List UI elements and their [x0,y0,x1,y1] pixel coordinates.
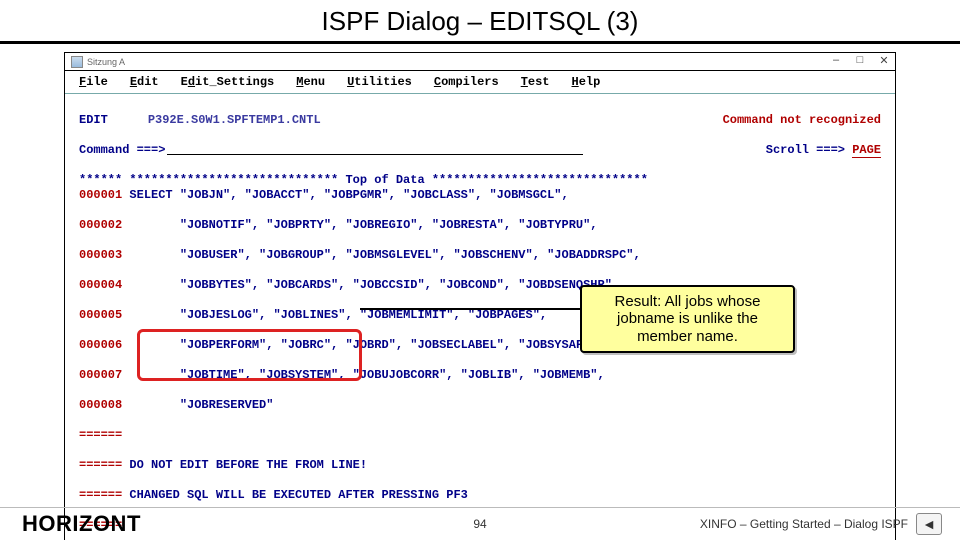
warn-2-prefix: ====== [79,488,129,502]
callout-line-3: member name. [596,328,779,345]
menu-edit[interactable]: Edit [130,75,159,89]
callout-line-2: jobname is unlike the [596,310,779,327]
brand-logo: HORIZONT [22,511,141,537]
warn-2: CHANGED SQL WILL BE EXECUTED AFTER PRESS… [129,488,467,502]
window-titlebar: Sitzung A – □ ✕ [65,53,895,71]
line-3[interactable]: "JOBUSER", "JOBGROUP", "JOBMSGLEVEL", "J… [129,248,640,262]
menu-help[interactable]: Help [572,75,601,89]
menu-menu[interactable]: Menu [296,75,325,89]
app-icon [71,56,83,68]
page-number: 94 [473,517,486,531]
menu-utilities[interactable]: Utilities [347,75,412,89]
lineno-6: 000006 [79,338,129,352]
sep-1: ====== [79,428,122,442]
footer: HORIZONT 94 XINFO – Getting Started – Di… [0,508,960,540]
callout-connector [360,308,580,310]
menu-bar: File Edit Edit_Settings Menu Utilities C… [65,71,895,93]
line-7[interactable]: "JOBTIME", "JOBSYSTEM", "JOBUJOBCORR", "… [129,368,604,382]
dataset-name: P392E.S0W1.SPFTEMP1.CNTL [148,113,321,128]
session-label: Sitzung A [87,57,125,67]
scroll-label: Scroll ===> [766,143,845,157]
top-of-data: ****** ***************************** Top… [79,173,648,187]
line-8[interactable]: "JOBRESERVED" [129,398,273,412]
title-rule [0,41,960,44]
line-1[interactable]: SELECT "JOBJN", "JOBACCT", "JOBPGMR", "J… [129,188,568,202]
lineno-8: 000008 [79,398,129,412]
menu-compilers[interactable]: Compilers [434,75,499,89]
line-5[interactable]: "JOBJESLOG", "JOBLINES", "JOBMEMLIMIT", … [129,308,547,322]
menu-edit-settings[interactable]: Edit_Settings [181,75,275,89]
maximize-button[interactable]: □ [853,54,867,67]
lineno-7: 000007 [79,368,129,382]
line-2[interactable]: "JOBNOTIF", "JOBPRTY", "JOBREGIO", "JOBR… [129,218,597,232]
lineno-3: 000003 [79,248,129,262]
callout-box: Result: All jobs whose jobname is unlike… [580,285,795,353]
menu-test[interactable]: Test [521,75,550,89]
lineno-1: 000001 [79,188,129,202]
scroll-value[interactable]: PAGE [852,143,881,158]
command-input[interactable] [167,143,583,155]
warn-1: DO NOT EDIT BEFORE THE FROM LINE! [129,458,367,472]
minimize-button[interactable]: – [829,54,843,67]
slide-title: ISPF Dialog – EDITSQL (3) [0,0,960,39]
footer-caption: XINFO – Getting Started – Dialog ISPF [700,517,908,531]
line-4[interactable]: "JOBBYTES", "JOBCARDS", "JOBCCSID", "JOB… [129,278,619,292]
menu-file[interactable]: File [79,75,108,89]
mode-label: EDIT [79,113,108,128]
lineno-4: 000004 [79,278,129,292]
lineno-2: 000002 [79,218,129,232]
warn-1-prefix: ====== [79,458,129,472]
close-button[interactable]: ✕ [877,54,891,67]
command-label: Command ===> [79,143,165,158]
lineno-5: 000005 [79,308,129,322]
error-message: Command not recognized [723,113,881,128]
line-6[interactable]: "JOBPERFORM", "JOBRC", "JOBRD", "JOBSECL… [129,338,604,352]
callout-line-1: Result: All jobs whose [596,293,779,310]
nav-back-button[interactable]: ◄ [916,513,942,535]
